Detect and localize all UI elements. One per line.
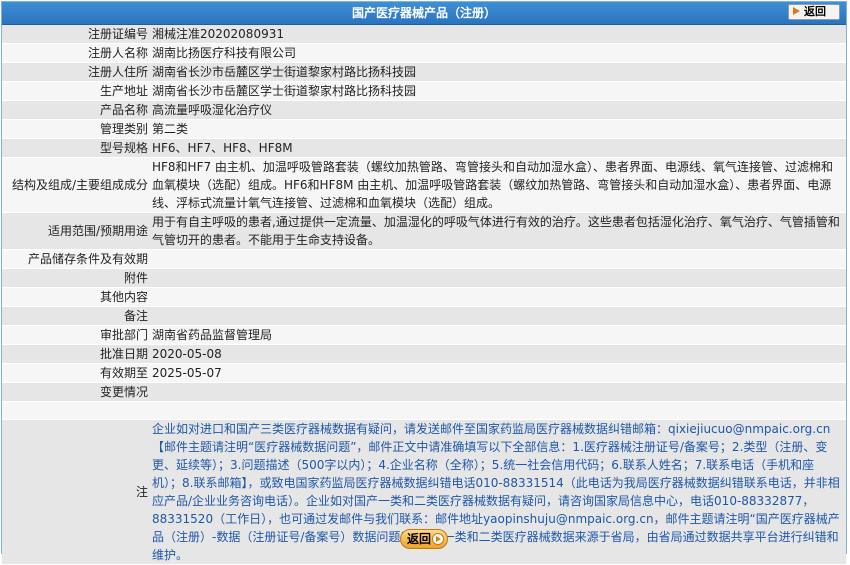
field-label: 产品储存条件及有效期 bbox=[2, 249, 150, 269]
field-value bbox=[150, 382, 846, 402]
field-value: 湖南省药品监督管理局 bbox=[150, 325, 846, 345]
field-label: 批准日期 bbox=[2, 344, 150, 364]
title-bar: 国产医疗器械产品（注册） 返回 bbox=[2, 2, 846, 25]
back-button-bottom[interactable]: 返回 bbox=[400, 529, 448, 549]
field-value: 湖南比扬医疗科技有限公司 bbox=[150, 43, 846, 63]
field-value: 湘械注准20202080931 bbox=[150, 25, 846, 44]
field-value: 2020-05-08 bbox=[150, 344, 846, 364]
info-row: 其他内容 bbox=[2, 287, 846, 307]
info-row bbox=[2, 401, 846, 420]
back-button-top[interactable]: 返回 bbox=[788, 4, 840, 20]
info-row: 管理类别 第二类 bbox=[2, 119, 846, 139]
info-row: 适用范围/预期用途 用于有自主呼吸的患者,通过提供一定流量、加温湿化的呼吸气体进行… bbox=[2, 212, 846, 250]
info-row: 注册人名称 湖南比扬医疗科技有限公司 bbox=[2, 43, 846, 63]
field-value: 高流量呼吸湿化治疗仪 bbox=[150, 100, 846, 120]
back-button-label: 返回 bbox=[804, 5, 826, 18]
info-row: 备注 bbox=[2, 306, 846, 326]
field-value bbox=[150, 401, 846, 420]
field-label: 注册人住所 bbox=[2, 62, 150, 82]
arrow-circle-icon bbox=[432, 533, 444, 545]
field-label: 型号规格 bbox=[2, 138, 150, 158]
registration-info-table: 注册证编号 湘械注准20202080931 注册人名称 湖南比扬医疗科技有限公司 注… bbox=[2, 25, 846, 565]
field-value bbox=[150, 249, 846, 269]
field-label: 注册证编号 bbox=[2, 25, 150, 44]
field-label: 生产地址 bbox=[2, 81, 150, 101]
info-row: 生产地址 湖南省长沙市岳麓区学士街道黎家村路比扬科技园 bbox=[2, 81, 846, 101]
field-value: 用于有自主呼吸的患者,通过提供一定流量、加温湿化的呼吸气体进行有效的治疗。这些患… bbox=[150, 212, 846, 250]
field-label: 注册人名称 bbox=[2, 43, 150, 63]
field-label: 产品名称 bbox=[2, 100, 150, 120]
footer: 返回 bbox=[2, 529, 846, 551]
info-row: 产品名称 高流量呼吸湿化治疗仪 bbox=[2, 100, 846, 120]
field-value bbox=[150, 287, 846, 307]
field-label: 结构及组成/主要组成成分 bbox=[2, 157, 150, 213]
detail-panel: 国产医疗器械产品（注册） 返回 注册证编号 湘械注准20202080931 注册人… bbox=[1, 1, 847, 565]
field-label: 备注 bbox=[2, 306, 150, 326]
field-value: 湖南省长沙市岳麓区学士街道黎家村路比扬科技园 bbox=[150, 81, 846, 101]
field-label: 附件 bbox=[2, 268, 150, 288]
field-label: 适用范围/预期用途 bbox=[2, 212, 150, 250]
field-label: 有效期至 bbox=[2, 363, 150, 383]
info-row: 注册证编号 湘械注准20202080931 bbox=[2, 25, 846, 44]
info-row: 注册人住所 湖南省长沙市岳麓区学士街道黎家村路比扬科技园 bbox=[2, 62, 846, 82]
info-row: 变更情况 bbox=[2, 382, 846, 402]
info-row: 附件 bbox=[2, 268, 846, 288]
field-value bbox=[150, 306, 846, 326]
info-row: 批准日期 2020-05-08 bbox=[2, 344, 846, 364]
info-row: 结构及组成/主要组成成分 HF8和HF7 由主机、加温呼吸管路套装（螺纹加热管路、… bbox=[2, 157, 846, 213]
field-label bbox=[2, 401, 150, 420]
field-label: 管理类别 bbox=[2, 119, 150, 139]
info-row: 型号规格 HF6、HF7、HF8、HF8M bbox=[2, 138, 846, 158]
info-row: 审批部门 湖南省药品监督管理局 bbox=[2, 325, 846, 345]
info-row: 有效期至 2025-05-07 bbox=[2, 363, 846, 383]
field-value: HF6、HF7、HF8、HF8M bbox=[150, 138, 846, 158]
info-row: 产品储存条件及有效期 bbox=[2, 249, 846, 269]
field-value: HF8和HF7 由主机、加温呼吸管路套装（螺纹加热管路、弯管接头和自动加湿水盒）… bbox=[150, 157, 846, 213]
field-label: 其他内容 bbox=[2, 287, 150, 307]
field-label: 审批部门 bbox=[2, 325, 150, 345]
field-value: 湖南省长沙市岳麓区学士街道黎家村路比扬科技园 bbox=[150, 62, 846, 82]
arrow-right-icon bbox=[793, 7, 800, 15]
field-value bbox=[150, 268, 846, 288]
page-title: 国产医疗器械产品（注册） bbox=[351, 6, 496, 20]
back-button-bottom-label: 返回 bbox=[406, 532, 431, 546]
field-value: 第二类 bbox=[150, 119, 846, 139]
field-label: 变更情况 bbox=[2, 382, 150, 402]
field-value: 2025-05-07 bbox=[150, 363, 846, 383]
